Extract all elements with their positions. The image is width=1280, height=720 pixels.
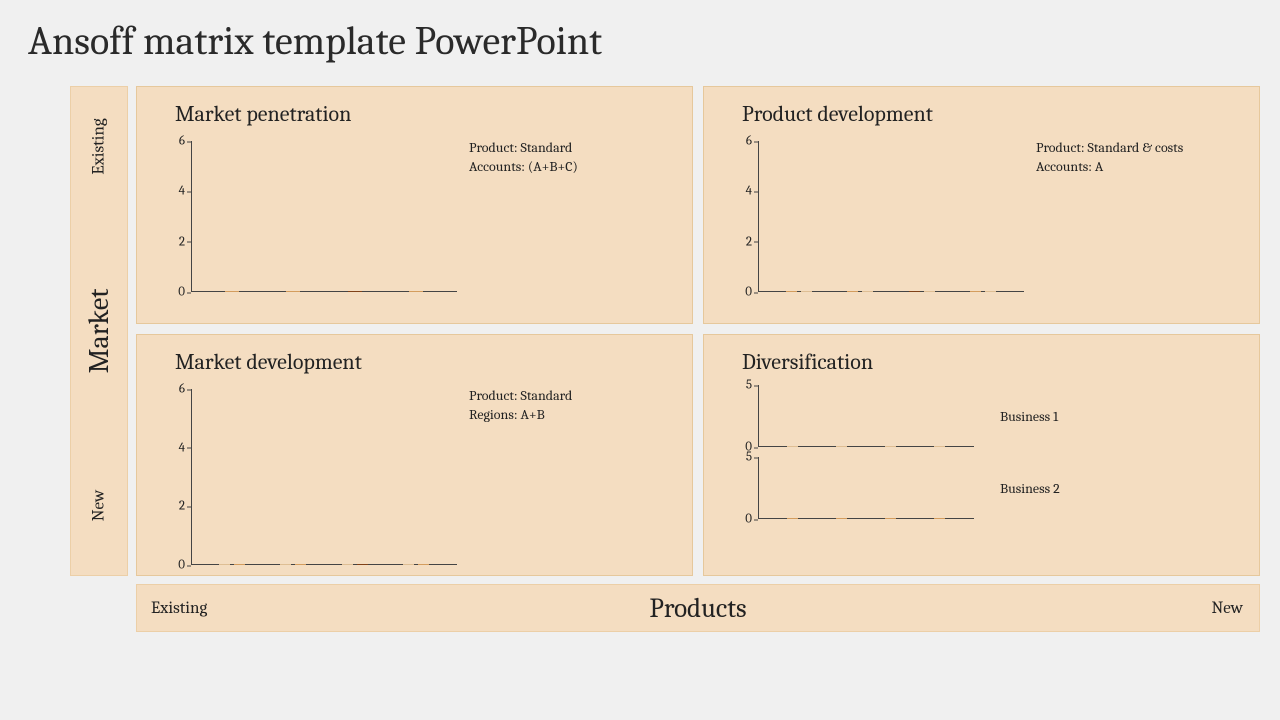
quadrant-grid: Market penetration 0 2 4 6 [136,86,1260,576]
bar [924,291,935,292]
chart-market-development: 0 2 4 6 [157,385,457,565]
quadrant-product-development: Product development 0 2 4 6 [703,86,1260,324]
bar [885,446,896,447]
bar [348,291,362,292]
annotation-line: Product: Standard [469,139,578,158]
quadrant-title: Diversification [742,349,1239,375]
market-axis: Existing Market New [70,86,128,576]
products-axis-label: Products [649,593,746,624]
tick-label: 6 [179,134,185,149]
bar [225,291,239,292]
quadrant-title: Product development [742,101,1239,127]
tick-label: 2 [179,499,185,514]
products-axis-existing: Existing [151,599,207,618]
tick-label: 5 [746,450,752,465]
tick-label: 0 [178,285,185,300]
bar [295,564,306,565]
tick-label: 5 [746,378,752,393]
market-axis-label: Market [83,289,115,374]
bar [836,518,847,519]
bar [786,291,797,292]
bar [909,291,920,292]
tick-label: 6 [179,382,185,397]
annotation-line: Accounts: A [1036,158,1183,177]
bars-area [758,385,974,447]
bars-area [191,389,457,565]
tick-label: 2 [746,234,752,249]
quadrant-title: Market penetration [175,101,672,127]
bar [801,291,812,292]
bar [787,518,798,519]
annotation-line: Product: Standard [469,387,572,406]
bars-area [758,457,974,519]
ansoff-matrix: Existing Market New Market penetration 0… [70,86,1260,646]
bar [342,564,353,565]
bar [970,291,981,292]
bar [985,291,996,292]
chart-annotation: Product: Standard & costs Accounts: A [1036,139,1183,177]
chart-annotation: Product: Standard Accounts: (A+B+C) [469,139,578,177]
bar [403,564,414,565]
quadrant-market-development: Market development 0 2 4 6 [136,334,693,576]
market-axis-new: New [90,490,109,522]
tick-label: 0 [745,512,752,527]
tick-label: 0 [745,285,752,300]
bar [286,291,300,292]
tick-label: 0 [178,558,185,573]
bar [280,564,291,565]
products-axis-new: New [1211,599,1243,618]
bar [357,564,368,565]
bar [836,446,847,447]
tick-label: 4 [179,440,185,455]
quadrant-title: Market development [175,349,672,375]
chart-diversification-business1: 0 5 [724,385,974,447]
products-axis: Existing Products New [136,584,1260,632]
bars-area [191,141,457,292]
bar [934,518,945,519]
chart-diversification-business2: 0 5 [724,457,974,519]
chart-annotation: Product: Standard Regions: A+B [469,387,572,425]
chart-market-penetration: 0 2 4 6 [157,137,457,292]
annotation-line: Regions: A+B [469,406,572,425]
bar [862,291,873,292]
tick-label: 6 [746,134,752,149]
bar [418,564,429,565]
bar [885,518,896,519]
market-axis-existing: Existing [90,118,109,174]
mini-chart-label: Business 2 [1000,480,1060,497]
mini-chart-label: Business 1 [1000,408,1058,425]
slide-title: Ansoff matrix template PowerPoint [28,18,1252,64]
bar [219,564,230,565]
bars-area [758,141,1024,292]
tick-label: 4 [746,184,752,199]
chart-product-development: 0 2 4 6 [724,137,1024,292]
tick-label: 2 [179,234,185,249]
quadrant-diversification: Diversification 0 5 [703,334,1260,576]
quadrant-market-penetration: Market penetration 0 2 4 6 [136,86,693,324]
bar [234,564,245,565]
tick-label: 4 [179,184,185,199]
bar [934,446,945,447]
bar [847,291,858,292]
annotation-line: Accounts: (A+B+C) [469,158,578,177]
bar [787,446,798,447]
annotation-line: Product: Standard & costs [1036,139,1183,158]
bar [409,291,423,292]
